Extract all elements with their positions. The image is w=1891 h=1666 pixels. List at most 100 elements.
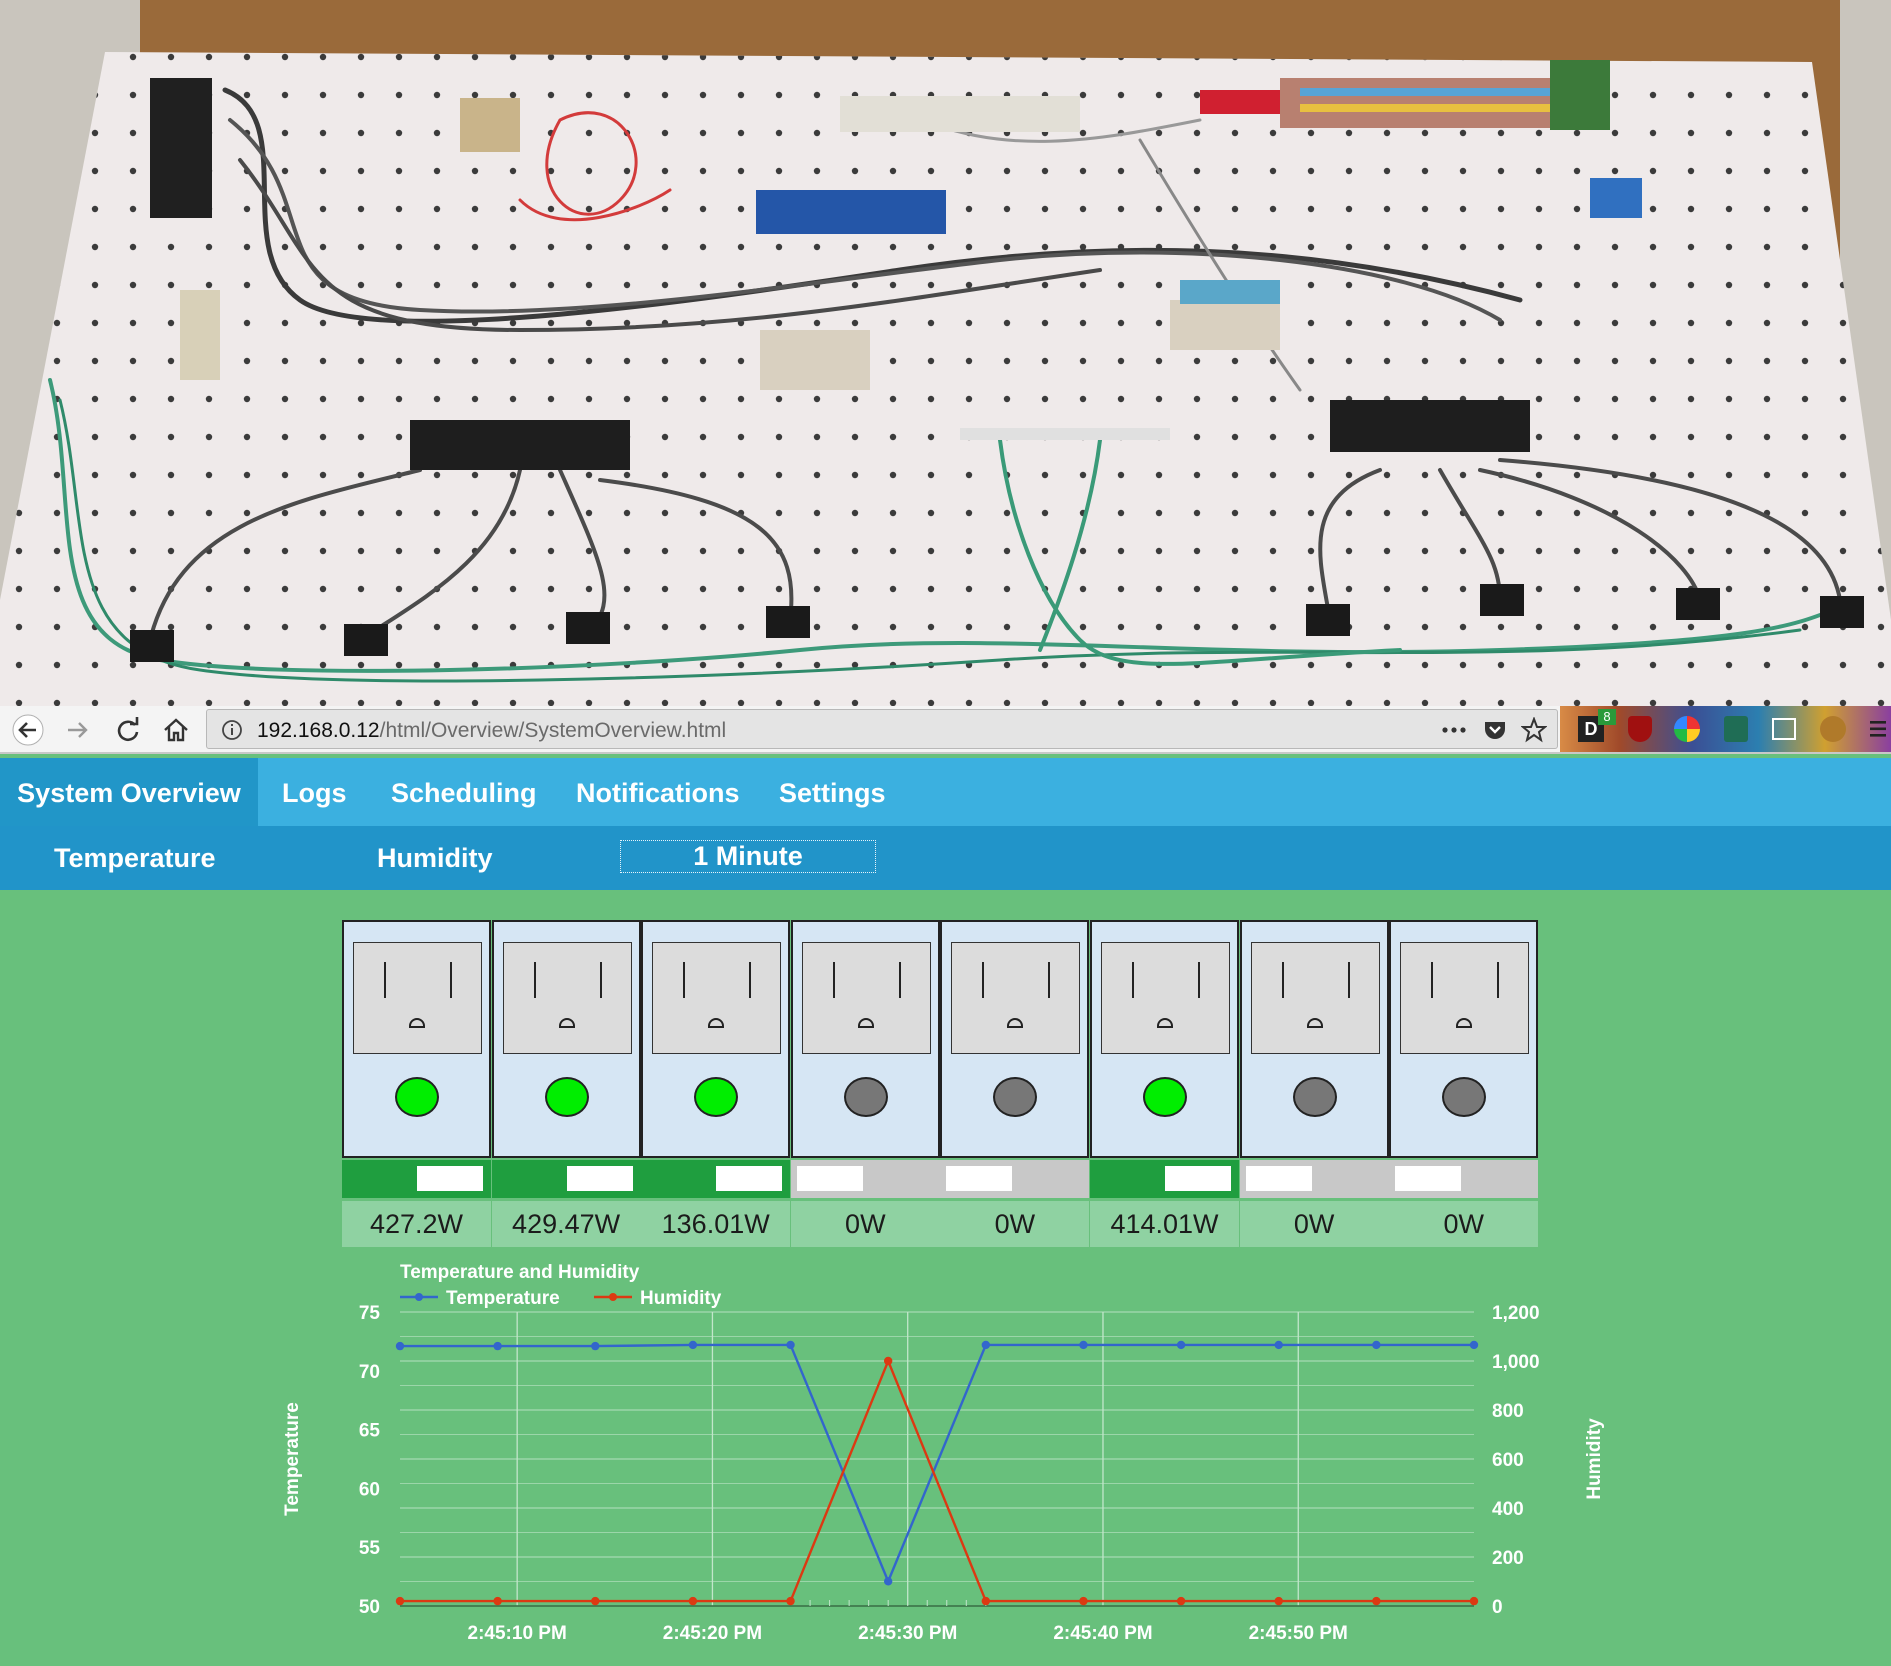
power-reading: 136.01W [641,1201,791,1247]
power-toggle[interactable] [342,1160,491,1198]
extension-monkey-icon[interactable] [1820,716,1846,742]
ellipsis-icon[interactable] [1441,726,1467,734]
outlet-socket-icon [502,942,632,1054]
socket-ground [1306,1018,1323,1028]
power-toggle[interactable] [491,1160,641,1198]
subnav-humidity[interactable]: Humidity [377,826,493,890]
extension-badge: 8 [1598,709,1616,725]
power-toggle[interactable] [790,1160,940,1198]
power-reading: 0W [1239,1201,1389,1247]
temperature-point [591,1341,600,1351]
forward-icon[interactable] [62,714,94,746]
toggle-knob[interactable] [417,1166,483,1191]
sub-nav: Temperature Humidity 1 Minute [0,826,1891,890]
humidity-point [883,1356,893,1366]
url-text[interactable]: 192.168.0.12/html/Overview/SystemOvervie… [257,719,726,743]
socket-ground [708,1018,725,1028]
power-toggle[interactable] [1389,1160,1539,1198]
interval-selector[interactable]: 1 Minute [620,840,876,873]
humidity-point [395,1596,405,1606]
outlet-card [641,920,791,1158]
outlet-socket-icon [951,942,1081,1054]
socket-slot [1048,962,1051,998]
menu-icon[interactable] [1868,720,1888,738]
nav-scheduling[interactable]: Scheduling [391,758,537,826]
temperature-humidity-chart: 75 70 65 60 55 50 1,200 1,000 800 600 400 200 0 2:45:… [282,1262,1605,1644]
socket-slot [683,962,686,998]
nav-logs[interactable]: Logs [282,758,347,826]
outlet-panel: 427.2W 429.47W 136.01W 0W 0W 414.01W 0W 0W [342,920,1539,1248]
sidebar-toggle-icon[interactable] [1772,718,1796,740]
toggle-knob[interactable] [1395,1166,1462,1191]
nav-settings[interactable]: Settings [779,758,886,826]
extension-s-color-icon[interactable] [1674,716,1700,742]
outlet-card [491,920,641,1158]
y2-tick-label: 1,000 [1492,1352,1540,1373]
y-tick-label: 50 [359,1597,380,1618]
toggle-knob[interactable] [796,1166,863,1191]
temperature-point [1274,1340,1283,1350]
toggle-knob[interactable] [1245,1166,1312,1191]
address-bar[interactable]: 192.168.0.12/html/Overview/SystemOvervie… [206,709,1558,749]
socket-ground [1456,1018,1473,1028]
nav-notifications[interactable]: Notifications [576,758,740,826]
humidity-point [1079,1596,1088,1606]
status-led [395,1077,439,1117]
outlet-card [342,920,491,1158]
back-icon[interactable] [12,714,44,746]
toggle-knob[interactable] [716,1166,783,1191]
toggle-knob[interactable] [1165,1166,1231,1191]
x-tick-label: 2:45:20 PM [663,1623,762,1644]
status-led [1442,1077,1487,1117]
toggle-knob[interactable] [566,1166,633,1191]
status-led [993,1077,1038,1117]
outlet-card [1239,920,1389,1158]
pocket-icon[interactable] [1483,719,1507,741]
extension-ublock-icon[interactable] [1628,716,1652,742]
chart-title: Temperature and Humidity [400,1262,640,1283]
status-led [544,1077,589,1117]
power-toggle[interactable] [1239,1160,1389,1198]
home-icon[interactable] [160,714,192,746]
subnav-temperature[interactable]: Temperature [54,826,216,890]
temperature-point [1469,1340,1479,1350]
socket-slot [1497,962,1500,998]
power-reading: 0W [790,1201,940,1247]
temperature-point [1176,1340,1186,1350]
power-toggle[interactable] [940,1160,1090,1198]
power-reading: 414.01W [1090,1201,1239,1247]
x-tick-label: 2:45:50 PM [1249,1623,1348,1644]
socket-ground [857,1018,874,1028]
temperature-point [395,1341,405,1351]
x-tick-label: 2:45:40 PM [1053,1623,1152,1644]
temperature-point [688,1340,698,1350]
outlet-card [1389,920,1539,1158]
y2-tick-label: 0 [1492,1597,1503,1618]
hardware-board-photo [0,0,1891,706]
extension-s-green-icon[interactable] [1724,716,1748,742]
reload-icon[interactable] [112,714,144,746]
socket-slot [450,962,452,998]
humidity-point [981,1596,991,1606]
temperature-point [981,1340,991,1350]
status-led [1143,1077,1187,1117]
humidity-point [1176,1596,1186,1606]
humidity-point [591,1596,600,1606]
humidity-point [1372,1596,1381,1606]
temperature-line [400,1343,1474,1585]
nav-system-overview[interactable]: System Overview [0,758,258,826]
y2-axis-title: Humidity [1584,1418,1605,1500]
power-toggle[interactable] [1090,1160,1239,1198]
humidity-line [400,1357,1474,1603]
info-icon[interactable] [221,719,243,741]
temperature-point [786,1340,795,1350]
socket-ground [409,1018,425,1028]
bookmark-star-icon[interactable] [1521,717,1547,743]
outlet-socket-icon [1400,942,1530,1054]
extensions-area: D 8 [1560,706,1891,752]
power-toggle[interactable] [641,1160,791,1198]
toggle-knob[interactable] [946,1166,1013,1191]
y-tick-label: 60 [359,1479,380,1500]
power-reading: 427.2W [342,1201,491,1247]
socket-ground [1007,1018,1024,1028]
